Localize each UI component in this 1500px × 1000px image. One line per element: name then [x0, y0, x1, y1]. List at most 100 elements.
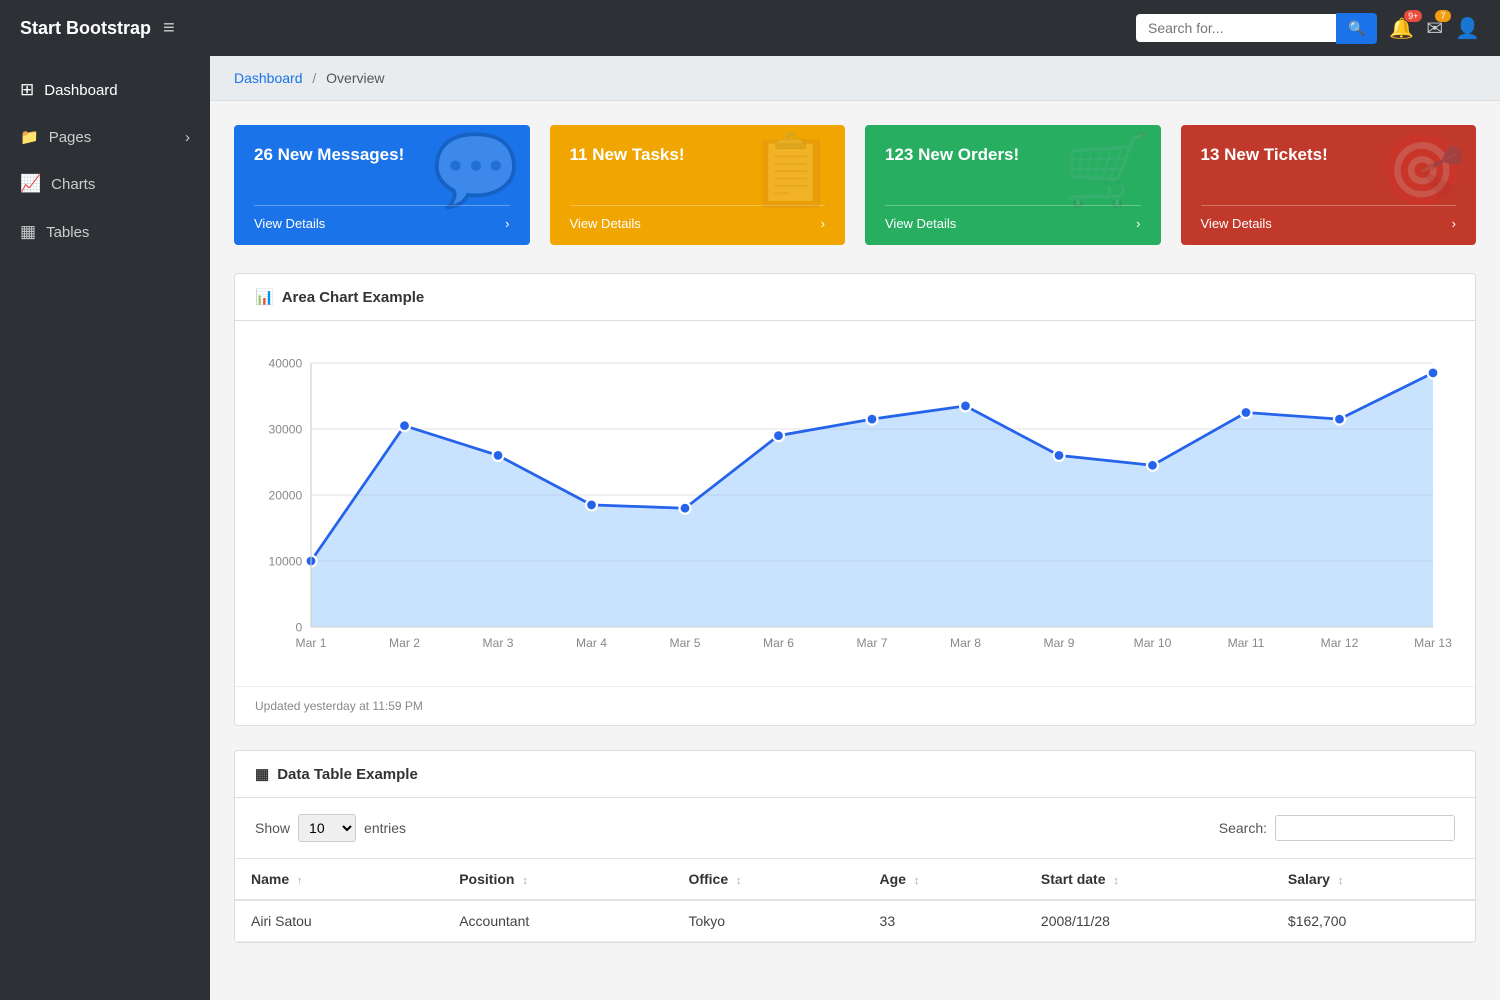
cell-age: 33 [864, 900, 1025, 942]
mail-badge: 7 [1435, 10, 1451, 22]
bell-badge: 9+ [1404, 10, 1422, 22]
col-age[interactable]: Age ↕ [864, 859, 1025, 901]
chart-update-text: Updated yesterday at 11:59 PM [255, 699, 423, 713]
topnav-right: 🔍 🔔 9+ ✉ 7 👤 [1136, 13, 1480, 44]
breadcrumb-separator: / [312, 70, 316, 86]
svg-text:Mar 11: Mar 11 [1228, 636, 1265, 650]
col-office[interactable]: Office ↕ [672, 859, 863, 901]
tickets-bg-icon: 🎯 [1379, 135, 1466, 205]
stat-card-tasks[interactable]: 📋 11 New Tasks! View Details › [550, 125, 846, 245]
stat-card-orders[interactable]: 🛒 123 New Orders! View Details › [865, 125, 1161, 245]
breadcrumb-current: Overview [326, 70, 384, 86]
search-button[interactable]: 🔍 [1336, 13, 1377, 44]
tables-icon: ▦ [20, 222, 36, 242]
main-content: Dashboard / Overview 💬 26 New Messages! … [210, 56, 1500, 1000]
tasks-arrow-icon: › [821, 216, 825, 231]
tickets-arrow-icon: › [1452, 216, 1456, 231]
data-table-icon: ▦ [255, 765, 269, 783]
svg-text:Mar 3: Mar 3 [483, 636, 514, 650]
col-position[interactable]: Position ↕ [443, 859, 672, 901]
position-sort-icon: ↕ [522, 875, 528, 887]
svg-text:Mar 5: Mar 5 [670, 636, 701, 650]
bell-button[interactable]: 🔔 9+ [1389, 16, 1414, 41]
layout: ⊞ Dashboard 📁 Pages › 📈 Charts ▦ Tables … [0, 56, 1500, 1000]
name-sort-icon: ↑ [297, 875, 303, 887]
page-content: 💬 26 New Messages! View Details › 📋 11 N… [210, 101, 1500, 1000]
area-chart-svg: 010000200003000040000 Mar 1Mar 2Mar 3Mar… [245, 341, 1455, 671]
mail-button[interactable]: ✉ 7 [1426, 16, 1443, 41]
table-controls: Show 10 25 50 100 entries Search: [235, 798, 1475, 858]
cell-name: Airi Satou [235, 900, 443, 942]
messages-arrow-icon: › [505, 216, 509, 231]
svg-text:10000: 10000 [269, 554, 303, 568]
col-start-date[interactable]: Start date ↕ [1025, 859, 1272, 901]
show-label: Show [255, 820, 290, 836]
hamburger-icon[interactable]: ≡ [163, 17, 175, 40]
data-table-section: ▦ Data Table Example Show 10 25 50 100 e… [234, 750, 1476, 943]
col-name[interactable]: Name ↑ [235, 859, 443, 901]
salary-sort-icon: ↕ [1338, 875, 1344, 887]
sidebar-item-pages[interactable]: 📁 Pages › [0, 114, 210, 160]
svg-text:20000: 20000 [269, 488, 303, 502]
age-sort-icon: ↕ [914, 875, 920, 887]
svg-text:Mar 4: Mar 4 [576, 636, 607, 650]
cell-start-date: 2008/11/28 [1025, 900, 1272, 942]
cell-position: Accountant [443, 900, 672, 942]
sidebar-label-tables: Tables [46, 224, 89, 241]
orders-arrow-icon: › [1136, 216, 1140, 231]
svg-text:Mar 10: Mar 10 [1134, 636, 1172, 650]
table-search-input[interactable] [1275, 815, 1455, 841]
messages-bg-icon: 💬 [432, 135, 519, 205]
stat-card-tasks-link[interactable]: View Details [570, 216, 641, 231]
pages-chevron-icon: › [185, 129, 190, 146]
sidebar-item-charts[interactable]: 📈 Charts [0, 160, 210, 208]
orders-bg-icon: 🛒 [1063, 135, 1150, 205]
area-chart-section: 📊 Area Chart Example 0100002000030000400… [234, 273, 1476, 726]
sidebar-label-charts: Charts [51, 176, 95, 193]
cell-office: Tokyo [672, 900, 863, 942]
search-input[interactable] [1136, 14, 1336, 42]
area-chart-container: 010000200003000040000 Mar 1Mar 2Mar 3Mar… [235, 321, 1475, 686]
area-chart-header: 📊 Area Chart Example [235, 274, 1475, 321]
area-chart-footer: Updated yesterday at 11:59 PM [235, 686, 1475, 725]
svg-text:Mar 6: Mar 6 [763, 636, 794, 650]
breadcrumb: Dashboard / Overview [210, 56, 1500, 101]
svg-text:30000: 30000 [269, 422, 303, 436]
svg-text:Mar 2: Mar 2 [389, 636, 420, 650]
table-header-row: Name ↑ Position ↕ Office ↕ Age ↕ Start d… [235, 859, 1475, 901]
charts-icon: 📈 [20, 174, 41, 194]
pages-icon: 📁 [20, 128, 39, 146]
breadcrumb-home[interactable]: Dashboard [234, 70, 303, 86]
sidebar-item-dashboard[interactable]: ⊞ Dashboard [0, 66, 210, 114]
svg-text:Mar 7: Mar 7 [857, 636, 888, 650]
office-sort-icon: ↕ [736, 875, 742, 887]
table-row: Airi Satou Accountant Tokyo 33 2008/11/2… [235, 900, 1475, 942]
svg-text:Mar 8: Mar 8 [950, 636, 981, 650]
stat-cards: 💬 26 New Messages! View Details › 📋 11 N… [234, 125, 1476, 245]
entries-label: entries [364, 820, 406, 836]
stat-card-tickets-link[interactable]: View Details [1201, 216, 1272, 231]
svg-text:40000: 40000 [269, 356, 303, 370]
stat-card-messages-link[interactable]: View Details [254, 216, 325, 231]
topnav-left: Start Bootstrap ≡ [20, 17, 175, 40]
sidebar-label-dashboard: Dashboard [44, 82, 117, 99]
svg-text:Mar 9: Mar 9 [1044, 636, 1075, 650]
data-table: Name ↑ Position ↕ Office ↕ Age ↕ Start d… [235, 858, 1475, 942]
area-chart-title: Area Chart Example [282, 289, 425, 306]
brand-title: Start Bootstrap [20, 18, 151, 39]
tasks-bg-icon: 📋 [748, 135, 835, 205]
col-salary[interactable]: Salary ↕ [1272, 859, 1475, 901]
svg-text:Mar 13: Mar 13 [1414, 636, 1452, 650]
stat-card-messages[interactable]: 💬 26 New Messages! View Details › [234, 125, 530, 245]
user-button[interactable]: 👤 [1455, 16, 1480, 41]
entries-select[interactable]: 10 25 50 100 [298, 814, 356, 842]
sidebar-label-pages: Pages [49, 129, 92, 146]
dashboard-icon: ⊞ [20, 80, 34, 100]
topnav: Start Bootstrap ≡ 🔍 🔔 9+ ✉ 7 👤 [0, 0, 1500, 56]
stat-card-tickets[interactable]: 🎯 13 New Tickets! View Details › [1181, 125, 1477, 245]
cell-salary: $162,700 [1272, 900, 1475, 942]
search-label: Search: [1219, 820, 1267, 836]
sidebar-item-tables[interactable]: ▦ Tables [0, 208, 210, 256]
data-table-header: ▦ Data Table Example [235, 751, 1475, 798]
stat-card-orders-link[interactable]: View Details [885, 216, 956, 231]
